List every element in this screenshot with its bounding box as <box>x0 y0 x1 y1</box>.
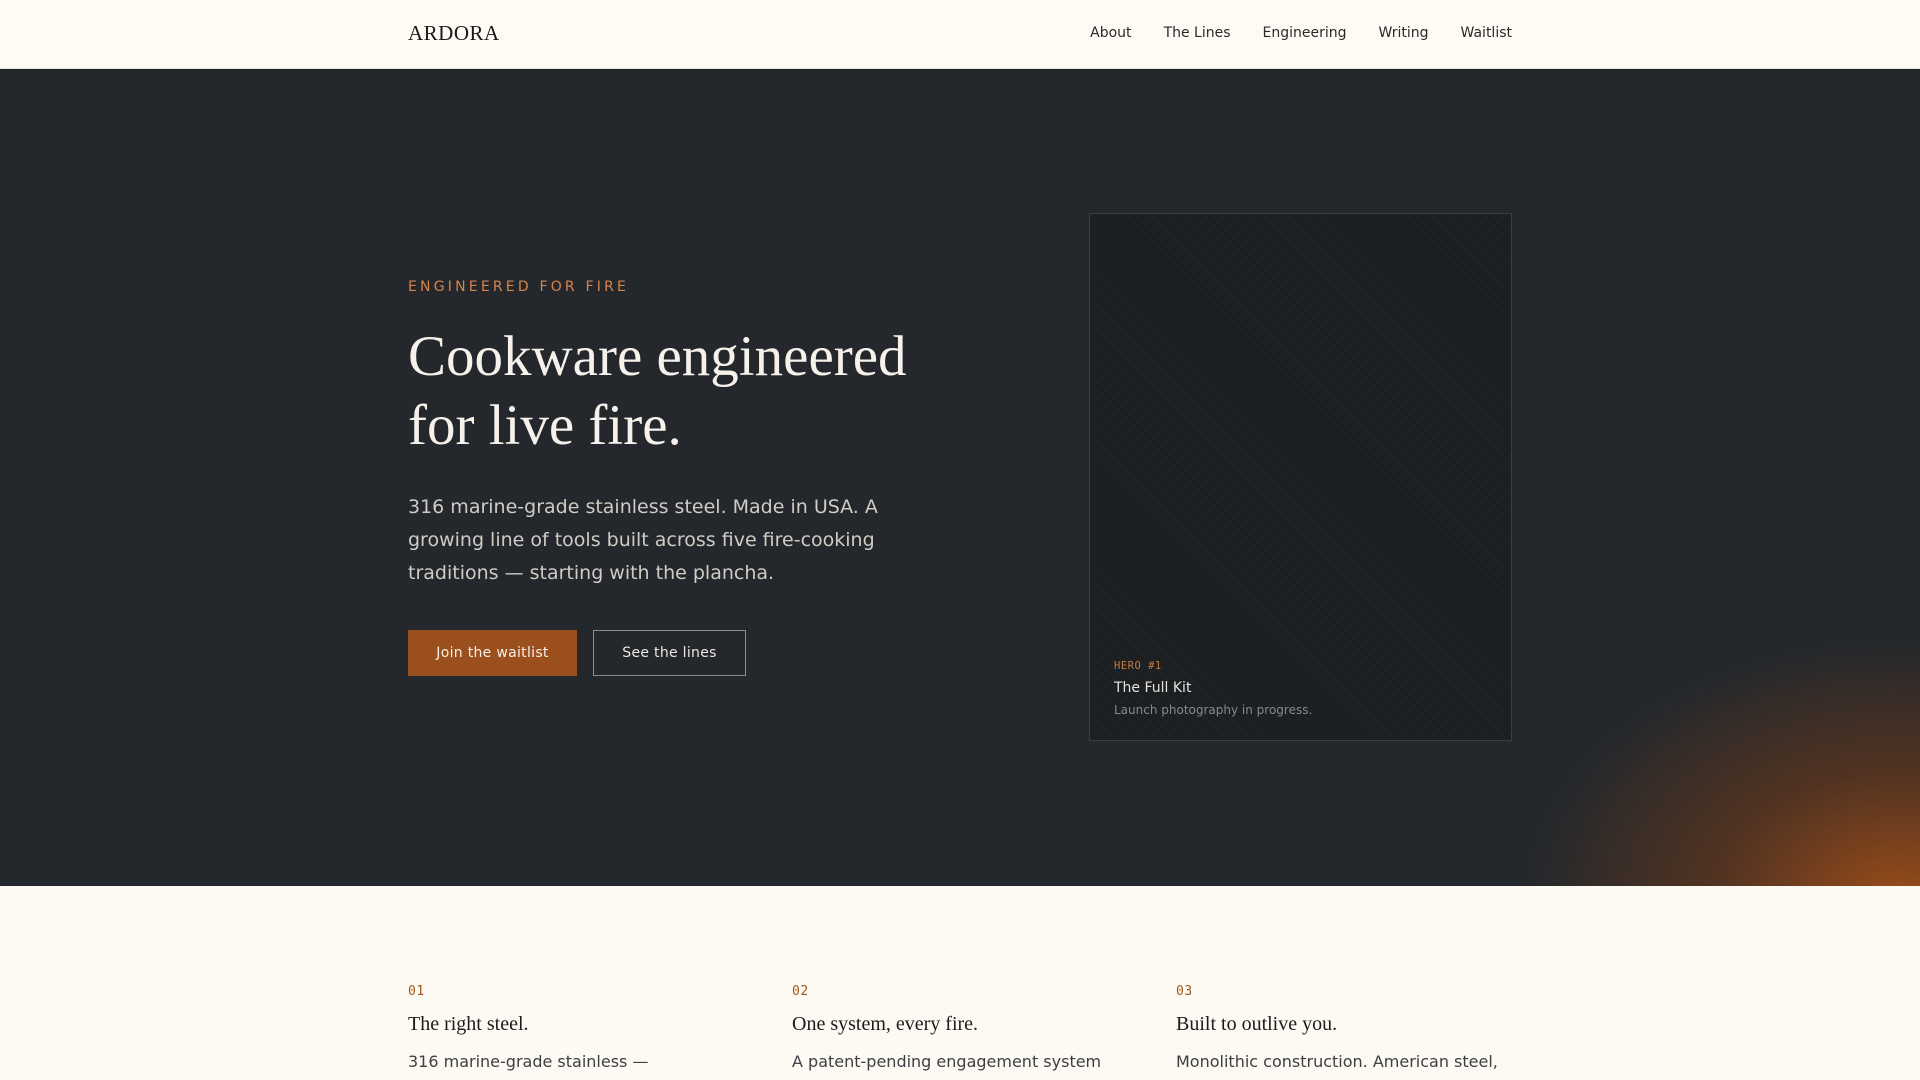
brand-logo[interactable]: ARDORA <box>408 21 500 46</box>
nav-link-waitlist[interactable]: Waitlist <box>1461 25 1512 41</box>
hero-headline: Cookware engineered for live fire. <box>408 325 907 457</box>
feature-number: 03 <box>1176 984 1193 999</box>
feature-item: 02 One system, every fire. A patent-pend… <box>792 984 1132 1074</box>
nav-link-engineering[interactable]: Engineering <box>1263 25 1347 41</box>
see-lines-button[interactable]: See the lines <box>593 630 746 676</box>
card-subtitle: Launch photography in progress. <box>1114 703 1313 717</box>
nav-links: About The Lines Engineering Writing Wait… <box>1090 25 1512 41</box>
nav-link-writing[interactable]: Writing <box>1379 25 1429 41</box>
hero-section: ENGINEERED FOR FIRE Cookware engineered … <box>0 69 1920 886</box>
hero-eyebrow: ENGINEERED FOR FIRE <box>408 279 630 295</box>
feature-title: The right steel. <box>408 1013 529 1035</box>
feature-title: One system, every fire. <box>792 1013 979 1035</box>
top-navigation: ARDORA About The Lines Engineering Writi… <box>0 0 1920 69</box>
feature-number: 01 <box>408 984 425 999</box>
join-waitlist-button[interactable]: Join the waitlist <box>408 630 577 676</box>
card-title: The Full Kit <box>1114 680 1192 696</box>
nav-link-about[interactable]: About <box>1090 25 1131 41</box>
hero-image-card: HERO #1 The Full Kit Launch photography … <box>1089 213 1512 741</box>
feature-body: 316 marine-grade stainless — <box>408 1052 649 1071</box>
feature-item: 03 Built to outlive you. Monolithic cons… <box>1176 984 1516 1074</box>
feature-body: A patent-pending engagement system <box>792 1052 1102 1071</box>
features-section: 01 The right steel. 316 marine-grade sta… <box>0 886 1920 1080</box>
feature-title: Built to outlive you. <box>1176 1013 1338 1035</box>
card-tag: HERO #1 <box>1114 660 1162 672</box>
feature-number: 02 <box>792 984 809 999</box>
feature-item: 01 The right steel. 316 marine-grade sta… <box>408 984 748 1074</box>
feature-body: Monolithic construction. American steel, <box>1176 1052 1498 1071</box>
nav-link-the-lines[interactable]: The Lines <box>1164 25 1231 41</box>
hero-lede: 316 marine-grade stainless steel. Made i… <box>408 496 878 584</box>
